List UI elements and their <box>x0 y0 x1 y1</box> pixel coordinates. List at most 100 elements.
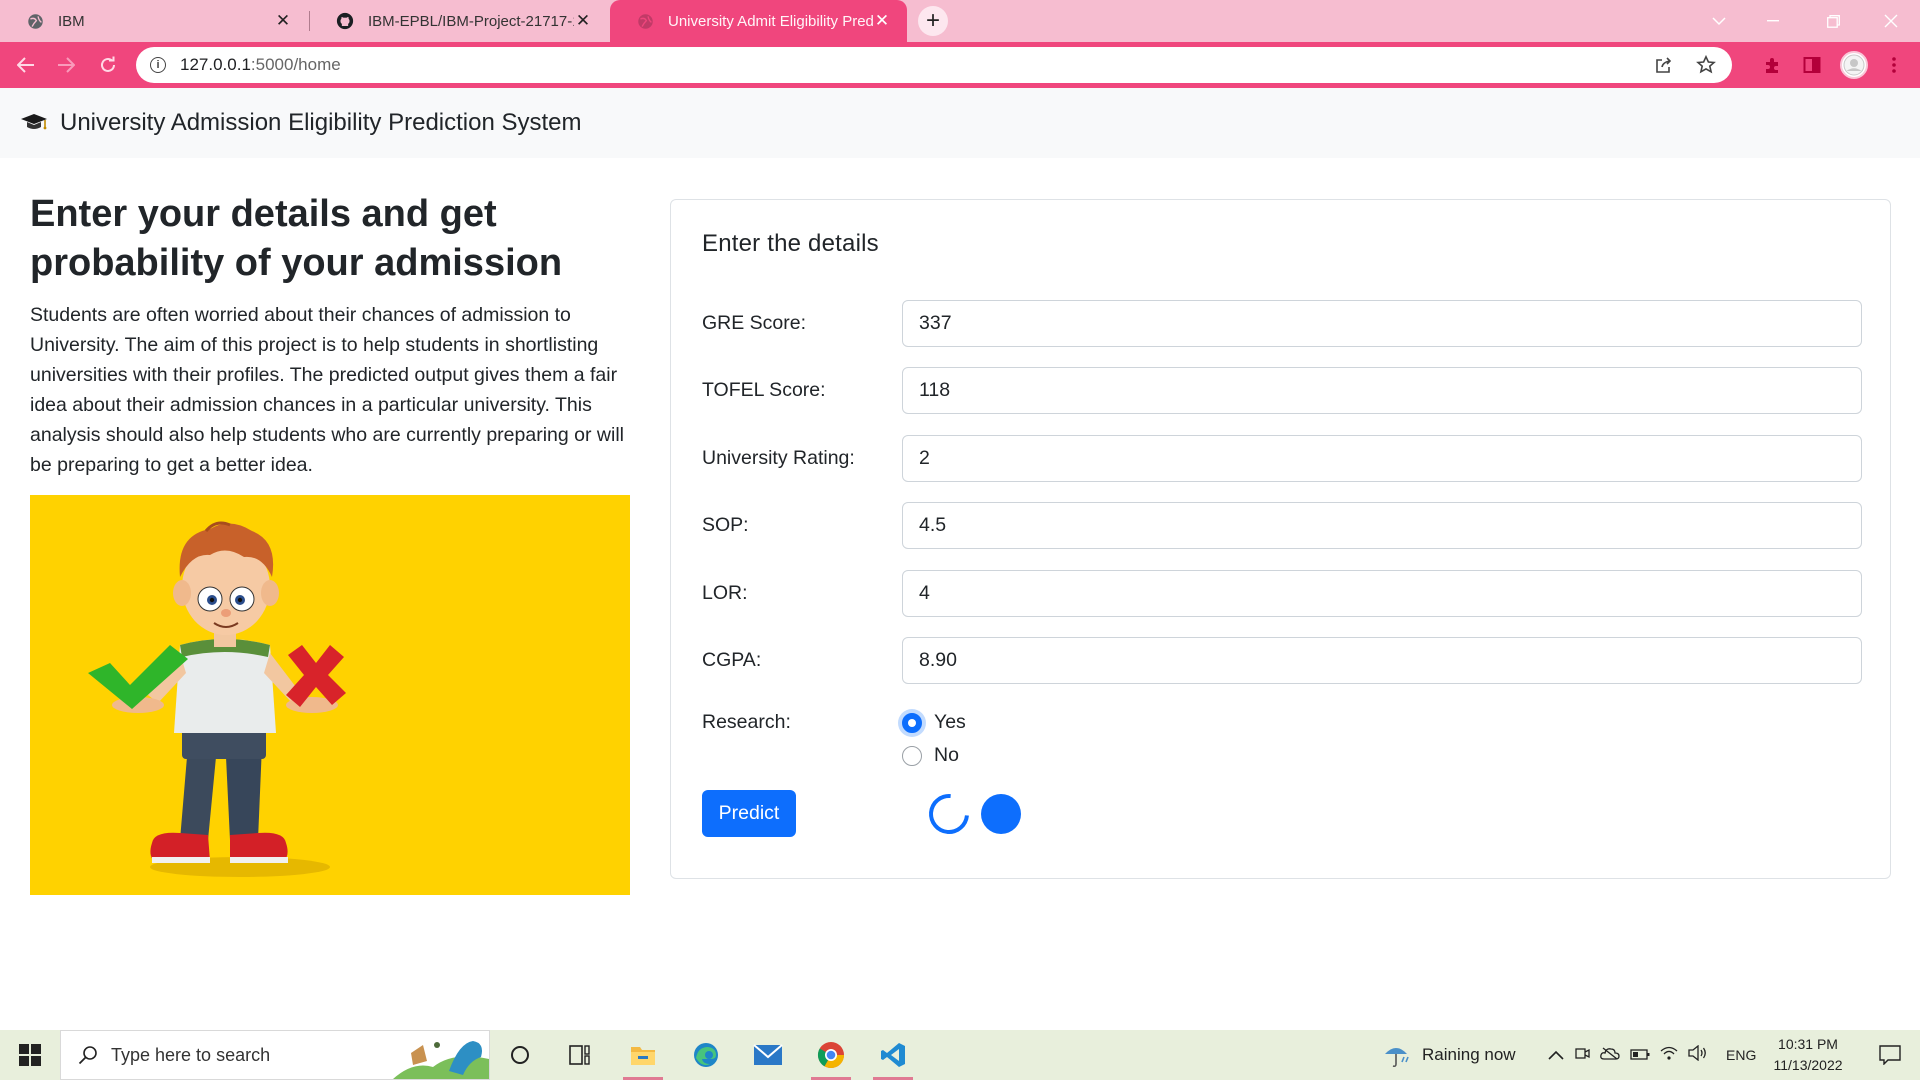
url-host: 127.0.0.1 <box>180 55 251 74</box>
windows-taskbar: Type here to search Raining now ENG 10:3 <box>0 1030 1920 1080</box>
loading-spinner-border <box>920 785 978 843</box>
minimize-button[interactable] <box>1750 0 1796 42</box>
system-tray-icons: ENG <box>1548 1030 1756 1080</box>
search-icon <box>77 1044 99 1066</box>
url-path: :5000/home <box>250 55 341 74</box>
radio-no[interactable] <box>902 745 922 766</box>
intro-paragraph: Students are often worried about their c… <box>30 304 624 476</box>
globe-icon <box>26 12 44 30</box>
radio-yes[interactable] <box>902 712 922 733</box>
intro-heading: Enter your details and get probability o… <box>30 193 563 284</box>
gre-score-label: GRE Score: <box>702 312 807 334</box>
form-row-university-rating: University Rating: 2 <box>702 435 1862 482</box>
vscode-icon[interactable] <box>865 1030 921 1080</box>
github-icon <box>336 12 354 30</box>
radio-no-label[interactable]: No <box>934 744 959 767</box>
search-highlight-image <box>393 1031 489 1080</box>
new-tab-button[interactable]: + <box>918 6 948 36</box>
reload-icon[interactable] <box>92 49 124 81</box>
taskbar-clock[interactable]: 10:31 PM 11/13/2022 <box>1760 1034 1856 1076</box>
bookmark-star-icon[interactable] <box>1694 53 1718 77</box>
wifi-icon[interactable] <box>1660 1045 1678 1065</box>
research-label: Research: <box>702 711 791 733</box>
volume-icon[interactable] <box>1688 1044 1708 1065</box>
meet-now-icon[interactable] <box>1574 1045 1590 1065</box>
university-rating-label: University Rating: <box>702 447 855 469</box>
taskbar-search-box[interactable]: Type here to search <box>60 1030 490 1080</box>
intro-section: Enter your details and get probability o… <box>30 190 630 480</box>
battery-icon[interactable] <box>1630 1047 1650 1064</box>
tofel-score-input[interactable]: 118 <box>902 367 1862 414</box>
cgpa-label: CGPA: <box>702 649 762 671</box>
mail-icon[interactable] <box>740 1030 796 1080</box>
tab-search-chevron-icon[interactable] <box>1696 0 1742 42</box>
sop-input[interactable]: 4.5 <box>902 502 1862 549</box>
research-option-no[interactable]: No <box>902 744 959 767</box>
rain-umbrella-icon <box>1385 1048 1409 1068</box>
url-text: 127.0.0.1:5000/home <box>180 55 341 75</box>
predict-button[interactable]: Predict <box>702 790 796 837</box>
clock-time: 10:31 PM <box>1778 1036 1838 1052</box>
window-close-button[interactable] <box>1868 0 1914 42</box>
form-row-cgpa: CGPA: 8.90 <box>702 637 1862 684</box>
form-title: Enter the details <box>702 230 879 257</box>
chrome-icon[interactable] <box>803 1030 859 1080</box>
browser-tab-active[interactable]: University Admit Eligibility Predic ✕ <box>610 0 907 42</box>
lor-input[interactable]: 4 <box>902 570 1862 617</box>
hero-illustration <box>30 495 630 895</box>
close-icon[interactable]: ✕ <box>274 11 292 30</box>
cortana-circle-icon[interactable] <box>492 1030 548 1080</box>
site-navbar: University Admission Eligibility Predict… <box>0 88 1920 158</box>
search-placeholder: Type here to search <box>111 1044 271 1065</box>
side-panel-icon[interactable] <box>1796 49 1828 81</box>
restore-button[interactable] <box>1810 0 1856 42</box>
address-bar[interactable]: i 127.0.0.1:5000/home <box>136 47 1732 83</box>
details-form-card: Enter the details GRE Score: 337 TOFEL S… <box>670 199 1891 879</box>
cgpa-input[interactable]: 8.90 <box>902 637 1862 684</box>
language-indicator[interactable]: ENG <box>1726 1047 1756 1063</box>
browser-tab-ibm[interactable]: IBM ✕ <box>0 0 308 42</box>
close-icon[interactable]: ✕ <box>873 11 891 30</box>
kebab-menu-icon[interactable] <box>1878 49 1910 81</box>
form-row-research: Research: <box>702 695 1862 733</box>
tab-title: University Admit Eligibility Predic <box>668 12 873 30</box>
browser-tab-github[interactable]: IBM-EPBL/IBM-Project-21717-16 ✕ <box>310 0 608 42</box>
windows-start-icon[interactable] <box>0 1030 60 1080</box>
globe-icon <box>636 12 654 30</box>
file-explorer-icon[interactable] <box>615 1030 671 1080</box>
lor-label: LOR: <box>702 582 748 604</box>
graduation-cap-icon <box>20 111 48 135</box>
tofel-score-label: TOFEL Score: <box>702 379 826 401</box>
cartoon-boy-check-cross-image <box>30 495 630 895</box>
clock-date: 11/13/2022 <box>1773 1057 1843 1073</box>
form-row-gre: GRE Score: 337 <box>702 300 1862 347</box>
extensions-puzzle-icon[interactable] <box>1756 49 1788 81</box>
research-option-yes[interactable]: Yes <box>902 711 966 734</box>
navbar-brand[interactable]: University Admission Eligibility Predict… <box>60 109 582 137</box>
profile-avatar[interactable] <box>1840 51 1868 79</box>
onedrive-cloud-icon[interactable] <box>1600 1046 1620 1064</box>
site-info-icon[interactable]: i <box>150 57 166 73</box>
weather-widget[interactable]: Raining now <box>1382 1030 1516 1080</box>
loading-spinner-grow <box>981 794 1021 834</box>
chevron-up-icon[interactable] <box>1548 1047 1564 1064</box>
back-arrow-icon[interactable] <box>10 49 42 81</box>
browser-tab-strip: IBM ✕ IBM-EPBL/IBM-Project-21717-16 ✕ Un… <box>0 0 1920 42</box>
form-row-tofel: TOFEL Score: 118 <box>702 367 1862 414</box>
notification-center-icon[interactable] <box>1862 1030 1918 1080</box>
tab-title: IBM <box>58 12 85 30</box>
forward-arrow-icon[interactable] <box>50 49 82 81</box>
form-row-sop: SOP: 4.5 <box>702 502 1862 549</box>
share-icon[interactable] <box>1652 53 1676 77</box>
close-icon[interactable]: ✕ <box>574 11 592 30</box>
form-row-lor: LOR: 4 <box>702 570 1862 617</box>
task-view-icon[interactable] <box>552 1030 608 1080</box>
tab-title: IBM-EPBL/IBM-Project-21717-16 <box>368 12 574 30</box>
gre-score-input[interactable]: 337 <box>902 300 1862 347</box>
weather-text: Raining now <box>1422 1045 1516 1064</box>
edge-browser-icon[interactable] <box>678 1030 734 1080</box>
university-rating-input[interactable]: 2 <box>902 435 1862 482</box>
sop-label: SOP: <box>702 514 749 536</box>
browser-toolbar: i 127.0.0.1:5000/home <box>0 42 1920 88</box>
radio-yes-label[interactable]: Yes <box>934 711 966 734</box>
